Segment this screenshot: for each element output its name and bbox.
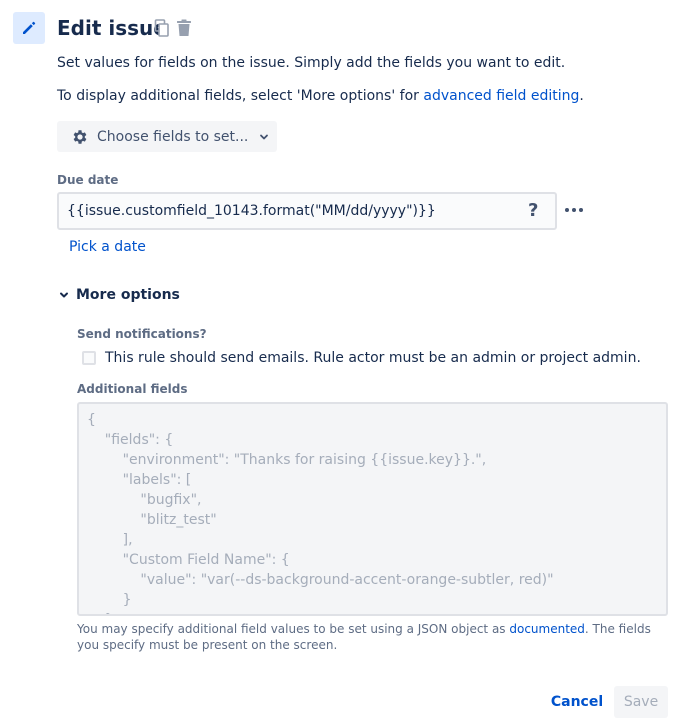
- advanced-editing-hint: To display additional fields, select 'Mo…: [57, 88, 584, 104]
- additional-fields-textarea[interactable]: { "fields": { "environment": "Thanks for…: [77, 402, 668, 616]
- pencil-icon: [23, 21, 36, 34]
- additional-fields-label: Additional fields: [77, 382, 188, 396]
- save-button[interactable]: Save: [614, 686, 668, 718]
- due-date-input[interactable]: [57, 192, 557, 230]
- more-options-toggle[interactable]: More options: [58, 287, 180, 303]
- cancel-button[interactable]: Cancel: [547, 686, 607, 718]
- description-text: Set values for fields on the issue. Simp…: [57, 55, 566, 71]
- due-date-label: Due date: [57, 173, 119, 187]
- send-emails-checkbox[interactable]: [82, 351, 96, 365]
- gear-icon: [71, 128, 89, 146]
- send-emails-label: This rule should send emails. Rule actor…: [105, 350, 641, 366]
- send-notifications-label: Send notifications?: [77, 327, 207, 341]
- json-placeholder: { "fields": { "environment": "Thanks for…: [87, 412, 554, 614]
- additional-fields-help: You may specify additional field values …: [77, 622, 651, 652]
- more-options-label: More options: [76, 287, 180, 303]
- chevron-down-icon: [58, 289, 70, 301]
- pick-a-date-link[interactable]: Pick a date: [69, 239, 146, 255]
- choose-fields-label: Choose fields to set...: [97, 128, 249, 145]
- help-icon[interactable]: ?: [528, 200, 538, 221]
- send-emails-row[interactable]: This rule should send emails. Rule actor…: [82, 350, 641, 366]
- choose-fields-button[interactable]: Choose fields to set...: [57, 121, 277, 152]
- copy-icon[interactable]: [154, 19, 170, 37]
- more-actions-icon[interactable]: [565, 201, 583, 212]
- chevron-down-icon: [258, 131, 270, 143]
- page-title: Edit issue: [57, 16, 167, 40]
- documented-link[interactable]: documented: [509, 622, 585, 636]
- title-actions: [154, 19, 192, 37]
- trash-icon[interactable]: [176, 19, 192, 37]
- advanced-field-editing-link[interactable]: advanced field editing: [423, 88, 579, 104]
- edit-issue-icon-box: [13, 12, 45, 44]
